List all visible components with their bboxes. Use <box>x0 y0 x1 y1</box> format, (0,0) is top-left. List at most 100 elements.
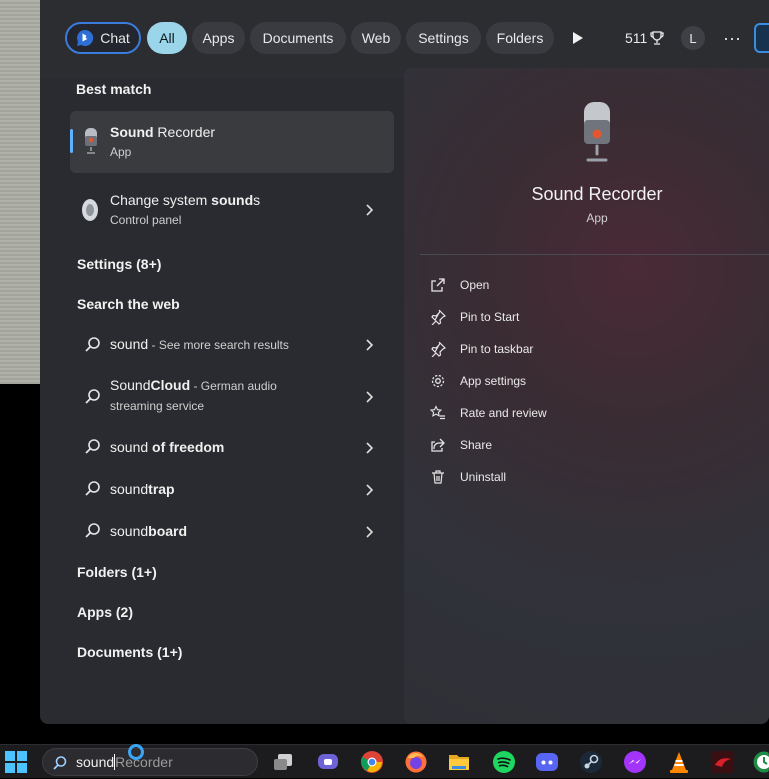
taskbar-search-box[interactable]: soundRecorder <box>42 748 258 776</box>
search-icon <box>84 522 102 540</box>
more-filters-play-icon[interactable] <box>572 22 584 54</box>
all-filter-tab[interactable]: All <box>147 22 187 54</box>
settings-section-heading[interactable]: Settings (8+) <box>77 256 161 272</box>
windows-start-icon[interactable] <box>4 750 28 774</box>
steam-icon[interactable] <box>579 750 603 774</box>
web-result-extra: - See more search results <box>148 338 289 352</box>
vlc-icon[interactable] <box>667 750 691 774</box>
game-launcher-icon[interactable] <box>711 750 735 774</box>
open-external-icon <box>430 277 446 293</box>
teams-chat-icon[interactable] <box>316 750 340 774</box>
web-filter-label: Web <box>362 30 391 46</box>
web-result-label: soundtrap <box>110 481 175 497</box>
chevron-right-icon[interactable] <box>364 441 374 455</box>
best-match-subtitle: App <box>110 145 131 159</box>
action-pin-to-taskbar[interactable]: Pin to taskbar <box>430 339 533 359</box>
apps-filter-tab[interactable]: Apps <box>192 22 245 54</box>
action-rate-and-review[interactable]: Rate and review <box>430 403 547 423</box>
trash-icon <box>430 469 446 485</box>
web-result-sound-of-freedom[interactable]: sound of freedom <box>70 429 394 465</box>
task-view-icon[interactable] <box>272 750 296 774</box>
action-share[interactable]: Share <box>430 435 492 455</box>
documents-filter-tab[interactable]: Documents <box>250 22 346 54</box>
all-filter-label: All <box>159 30 175 46</box>
apps-filter-label: Apps <box>203 30 235 46</box>
system-sounds-title: Change system sounds <box>110 192 260 208</box>
system-sounds-subtitle: Control panel <box>110 213 181 227</box>
action-open[interactable]: Open <box>430 275 489 295</box>
preview-pane: Sound Recorder App Open Pin to Start Pin… <box>404 68 769 724</box>
web-result-suggest: of freedom <box>148 439 224 455</box>
web-result-label: sound - See more search results <box>110 336 289 352</box>
sound-recorder-large-icon <box>578 100 616 166</box>
more-options-icon[interactable]: ··· <box>723 22 741 54</box>
desktop-background <box>0 384 40 744</box>
chevron-right-icon[interactable] <box>364 390 374 404</box>
web-result-soundtrap[interactable]: soundtrap <box>70 471 394 507</box>
trophy-icon <box>649 30 665 46</box>
firefox-icon[interactable] <box>404 750 428 774</box>
web-result-label: soundboard <box>110 523 187 539</box>
search-icon <box>84 388 102 406</box>
web-result-soundboard[interactable]: soundboard <box>70 513 394 549</box>
system-sounds-title-post: s <box>253 192 260 208</box>
web-result-suggest: Cloud <box>150 377 190 393</box>
search-typed-text: sound <box>76 754 114 770</box>
results-list: Best match Sound Recorder App Change sys… <box>40 78 402 724</box>
folders-filter-tab[interactable]: Folders <box>486 22 554 54</box>
bing-logo-icon <box>754 23 769 53</box>
chevron-right-icon[interactable] <box>364 483 374 497</box>
selection-indicator <box>70 129 73 153</box>
discord-icon[interactable] <box>535 750 559 774</box>
search-icon <box>84 480 102 498</box>
result-change-system-sounds[interactable]: Change system sounds Control panel <box>70 180 394 240</box>
chat-filter-label: Chat <box>100 30 130 46</box>
settings-filter-tab[interactable]: Settings <box>406 22 481 54</box>
action-pin-to-start-label: Pin to Start <box>460 310 519 324</box>
rewards-points-value: 511 <box>625 30 647 46</box>
preview-title: Sound Recorder <box>404 184 769 205</box>
search-icon <box>84 336 102 354</box>
share-icon <box>430 437 446 453</box>
profile-button[interactable]: L <box>681 22 705 54</box>
web-result-soundcloud[interactable]: SoundCloud - German audio streaming serv… <box>70 371 394 423</box>
best-match-sound-recorder[interactable]: Sound Recorder App <box>70 111 394 173</box>
search-panel: Chat All Apps Documents Web Settings Fol… <box>40 0 769 724</box>
bing-button[interactable] <box>754 22 769 54</box>
best-match-title-rest: Recorder <box>154 124 215 140</box>
settings-filter-label: Settings <box>418 30 469 46</box>
action-uninstall-label: Uninstall <box>460 470 506 484</box>
action-share-label: Share <box>460 438 492 452</box>
partial-tray-icon[interactable] <box>752 750 769 774</box>
web-result-typed: sound <box>110 336 148 352</box>
sound-recorder-icon <box>82 127 100 155</box>
chrome-icon[interactable] <box>360 750 384 774</box>
documents-section-heading[interactable]: Documents (1+) <box>77 644 182 660</box>
chevron-right-icon[interactable] <box>364 525 374 539</box>
web-result-suggest: trap <box>148 481 174 497</box>
file-explorer-icon[interactable] <box>447 750 471 774</box>
chat-filter-button[interactable]: Chat <box>65 22 141 54</box>
web-result-sound[interactable]: sound - See more search results <box>70 327 394 363</box>
star-review-icon <box>430 405 446 421</box>
filter-bar: Chat All Apps Documents Web Settings Fol… <box>40 0 769 78</box>
web-result-typed: Sound <box>110 377 150 393</box>
messenger-icon[interactable] <box>623 750 647 774</box>
action-pin-to-start[interactable]: Pin to Start <box>430 307 519 327</box>
rewards-points[interactable]: 511 <box>625 22 665 54</box>
chevron-right-icon[interactable] <box>364 338 374 352</box>
spotify-icon[interactable] <box>492 750 516 774</box>
system-sounds-title-pre: Change system <box>110 192 211 208</box>
action-app-settings-label: App settings <box>460 374 526 388</box>
search-icon <box>52 755 68 771</box>
pin-icon <box>430 341 446 357</box>
action-uninstall[interactable]: Uninstall <box>430 467 506 487</box>
web-result-typed: sound <box>110 481 148 497</box>
folders-section-heading[interactable]: Folders (1+) <box>77 564 157 580</box>
apps-section-heading[interactable]: Apps (2) <box>77 604 133 620</box>
action-app-settings[interactable]: App settings <box>430 371 526 391</box>
web-result-extra-line2: streaming service <box>110 399 204 413</box>
preview-divider <box>420 254 769 255</box>
web-filter-tab[interactable]: Web <box>351 22 401 54</box>
chevron-right-icon[interactable] <box>364 203 374 217</box>
